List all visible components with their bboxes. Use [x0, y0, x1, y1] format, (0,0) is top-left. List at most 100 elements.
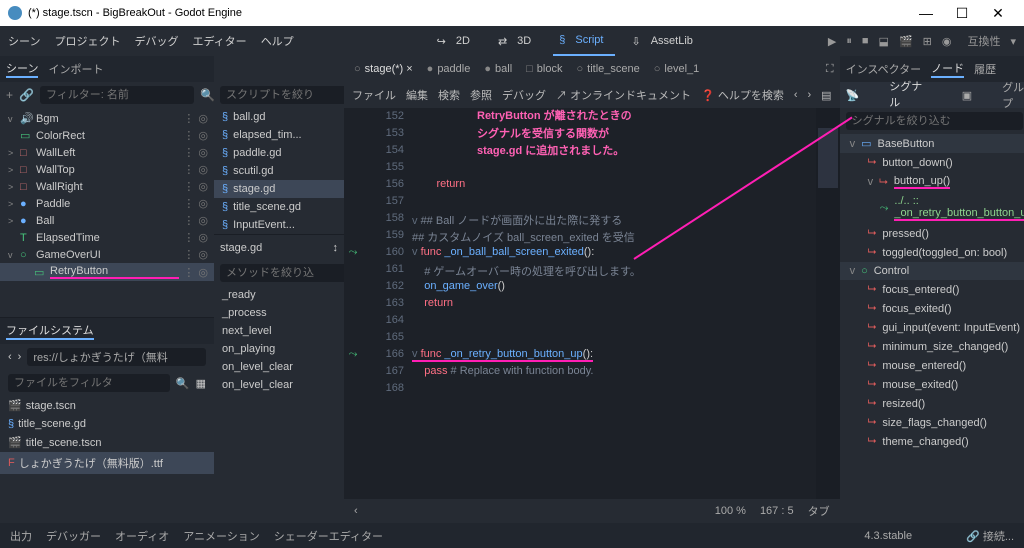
minimize-button[interactable]: —: [908, 5, 944, 21]
script-item[interactable]: §elapsed_tim...: [214, 126, 344, 144]
fs-item[interactable]: 🎬title_scene.tscn: [0, 433, 214, 452]
play-scene-button[interactable]: 🎬: [899, 35, 913, 48]
play-custom-button[interactable]: ⊞: [923, 35, 932, 48]
signal-item[interactable]: ⮡ toggled(toggled_on: bool): [840, 243, 1024, 262]
method-item[interactable]: _ready: [214, 286, 344, 304]
code-editor[interactable]: ⤳⤳ 1521531541551561571581591601611621631…: [344, 108, 840, 499]
signal-list[interactable]: v ▭ BaseButton⮡ button_down()v ⮡ button_…: [840, 134, 1024, 523]
scene-tree[interactable]: v🔊Bgm⋮◎▭ColorRect⋮◎>□WallLeft⋮◎>□WallTop…: [0, 108, 214, 317]
script-item[interactable]: §scutil.gd: [214, 162, 344, 180]
signal-item[interactable]: ⮡ size_flags_changed(): [840, 413, 1024, 432]
renderer-label[interactable]: 互換性: [967, 33, 1000, 49]
close-button[interactable]: ✕: [980, 5, 1016, 22]
script-item[interactable]: §paddle.gd: [214, 144, 344, 162]
scene-node[interactable]: v🔊Bgm⋮◎: [0, 110, 214, 127]
menu-search[interactable]: 検索: [438, 87, 460, 103]
signal-class-header[interactable]: v ○ Control: [840, 262, 1024, 280]
tab-audio[interactable]: オーディオ: [115, 528, 169, 544]
sort-icon[interactable]: ↕: [333, 242, 339, 254]
tab-history[interactable]: 履歴: [974, 61, 996, 77]
signal-item[interactable]: ⮡ minimum_size_changed(): [840, 337, 1024, 356]
signal-item[interactable]: ⮡ focus_entered(): [840, 280, 1024, 299]
method-list[interactable]: _ready_processnext_levelon_playingon_lev…: [214, 286, 344, 523]
menu-help-search[interactable]: ❓ ヘルプを検索: [701, 87, 784, 103]
menu-ref[interactable]: 参照: [470, 87, 492, 103]
script-tab[interactable]: ● paddle: [423, 63, 475, 75]
grid-view-icon[interactable]: ▦: [196, 377, 206, 390]
script-tab[interactable]: ● ball: [480, 63, 516, 75]
fs-list[interactable]: 🎬stage.tscn§title_scene.gd🎬title_scene.t…: [0, 396, 214, 474]
menu-file[interactable]: ファイル: [352, 87, 396, 103]
signal-item[interactable]: ⮡ mouse_exited(): [840, 375, 1024, 394]
signal-item[interactable]: ⮡ resized(): [840, 394, 1024, 413]
signal-item[interactable]: ⮡ focus_exited(): [840, 299, 1024, 318]
script-item[interactable]: §title_scene.gd: [214, 198, 344, 216]
tab-filesystem[interactable]: ファイルシステム: [6, 322, 94, 340]
script-tab[interactable]: □ block: [522, 63, 566, 75]
fs-item[interactable]: Fしょかぎうたげ（無料版）.ttf: [0, 452, 214, 474]
menu-code-debug[interactable]: デバッグ: [502, 87, 546, 103]
menu-debug[interactable]: デバッグ: [134, 33, 178, 49]
signal-filter-input[interactable]: [846, 112, 1023, 130]
menu-edit[interactable]: 編集: [406, 87, 428, 103]
script-item[interactable]: §ball.gd: [214, 108, 344, 126]
subtab-groups[interactable]: グループ: [1002, 79, 1024, 111]
play-button[interactable]: ▶: [828, 35, 836, 48]
signal-item[interactable]: ⮡ pressed(): [840, 224, 1024, 243]
fs-item[interactable]: 🎬stage.tscn: [0, 396, 214, 415]
subtab-signals[interactable]: シグナル: [889, 78, 931, 112]
workspace-assetlib[interactable]: ⇩ AssetLib: [625, 26, 704, 56]
scene-node[interactable]: v○GameOverUI⋮◎: [0, 246, 214, 263]
signal-item[interactable]: ⮡ button_down(): [840, 153, 1024, 172]
minimap[interactable]: [816, 108, 840, 499]
remote-debug-icon[interactable]: ⬓: [879, 35, 889, 48]
pause-button[interactable]: ⏸: [846, 35, 852, 48]
menu-project[interactable]: プロジェクト: [54, 33, 120, 49]
workspace-3d[interactable]: ⇄ 3D: [492, 26, 543, 56]
add-node-icon[interactable]: +: [6, 88, 13, 102]
menu-scene[interactable]: シーン: [8, 33, 40, 49]
script-item[interactable]: §InputEvent...: [214, 216, 344, 234]
scene-node[interactable]: >□WallLeft⋮◎: [0, 144, 214, 161]
method-item[interactable]: on_playing: [214, 340, 344, 358]
tab-inspector[interactable]: インスペクター: [846, 61, 922, 77]
method-item[interactable]: _process: [214, 304, 344, 322]
signal-class-header[interactable]: v ▭ BaseButton: [840, 134, 1024, 153]
indent-label[interactable]: タブ: [808, 503, 830, 519]
method-item[interactable]: on_level_clear: [214, 376, 344, 394]
scroll-left-icon[interactable]: ‹: [354, 505, 358, 517]
signal-item[interactable]: v ⮡ button_up(): [840, 172, 1024, 192]
signal-connection[interactable]: ⤳ ../.. :: _on_retry_button_button_up(): [840, 192, 1024, 224]
tab-output[interactable]: 出力: [10, 528, 32, 544]
prev-icon[interactable]: ‹: [794, 89, 798, 101]
fs-path-input[interactable]: [27, 348, 206, 366]
tab-scene[interactable]: シーン: [6, 60, 38, 78]
scene-node[interactable]: >□WallTop⋮◎: [0, 161, 214, 178]
fs-item[interactable]: §title_scene.gd: [0, 415, 214, 433]
tab-node[interactable]: ノード: [931, 60, 964, 78]
tab-import[interactable]: インポート: [48, 61, 103, 77]
back-icon[interactable]: ‹: [8, 351, 12, 363]
search-icon[interactable]: 🔍: [200, 88, 215, 102]
scene-node[interactable]: >●Ball⋮◎: [0, 212, 214, 229]
connect-icon[interactable]: 🔗 接続...: [966, 528, 1014, 544]
signal-item[interactable]: ⮡ gui_input(event: InputEvent): [840, 318, 1024, 337]
script-tab[interactable]: ○ stage(*) ×: [350, 63, 417, 75]
tab-animation[interactable]: アニメーション: [183, 528, 260, 544]
signal-item[interactable]: ⮡ mouse_entered(): [840, 356, 1024, 375]
script-item[interactable]: §stage.gd: [214, 180, 344, 198]
zoom-level[interactable]: 100 %: [715, 505, 746, 517]
scene-node[interactable]: >□WallRight⋮◎: [0, 178, 214, 195]
scene-filter-input[interactable]: [40, 86, 194, 104]
next-icon[interactable]: ›: [808, 89, 812, 101]
menu-online-docs[interactable]: ↗ オンラインドキュメント: [556, 87, 691, 103]
signal-item[interactable]: ⮡ theme_changed(): [840, 432, 1024, 451]
scene-node[interactable]: >●Paddle⋮◎: [0, 195, 214, 212]
method-item[interactable]: next_level: [214, 322, 344, 340]
expand-icon[interactable]: ⛶: [826, 63, 834, 76]
tab-debugger[interactable]: デバッガー: [46, 528, 101, 544]
panel-icon[interactable]: ▤: [821, 89, 831, 102]
script-tab[interactable]: ○ level_1: [650, 63, 704, 75]
method-item[interactable]: on_level_clear: [214, 358, 344, 376]
scene-node[interactable]: TElapsedTime⋮◎: [0, 229, 214, 246]
